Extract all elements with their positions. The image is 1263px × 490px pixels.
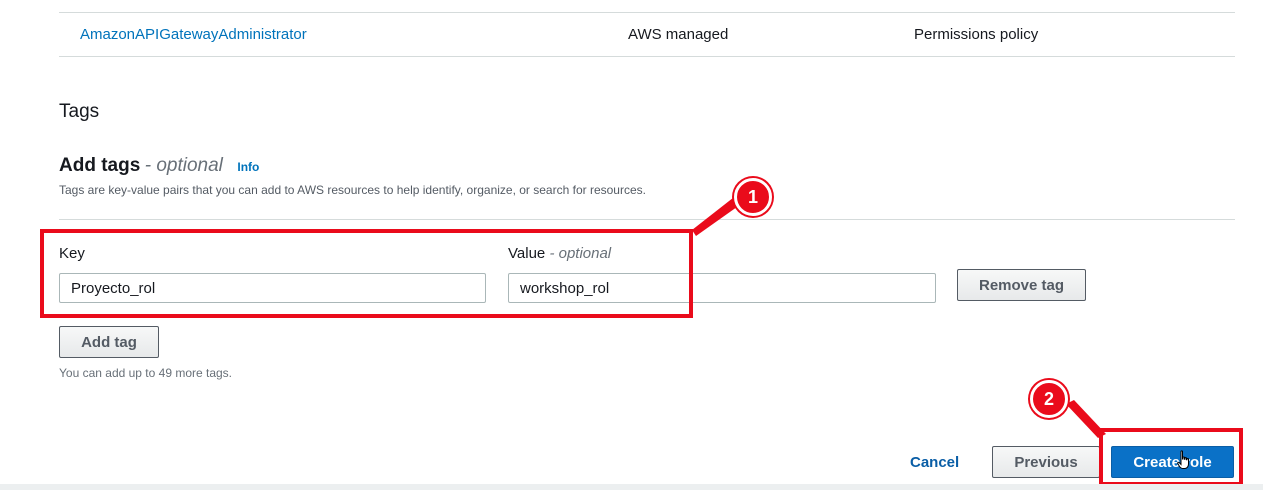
table-top-divider [59,12,1235,13]
annotation-badge-2-label: 2 [1043,388,1054,409]
add-tags-title: Add tags [59,155,141,176]
annotation-badge-1-label: 1 [747,186,758,207]
info-link[interactable]: Info [237,160,259,174]
previous-button[interactable]: Previous [992,446,1100,478]
annotation-box-1 [40,229,693,318]
add-tags-description: Tags are key-value pairs that you can ad… [59,183,646,197]
add-tag-button[interactable]: Add tag [59,326,159,358]
add-tags-optional: - optional [144,155,223,176]
tags-remaining-hint: You can add up to 49 more tags. [59,366,233,380]
cancel-button[interactable]: Cancel [910,454,959,471]
tags-divider [59,219,1235,220]
remove-tag-label: Remove tag [978,276,1065,294]
annotation-badge-1: 1 [734,178,772,216]
table-bottom-divider [59,56,1235,57]
previous-label: Previous [1014,453,1078,471]
annotation-box-2 [1099,428,1243,486]
add-tags-header: Add tags - optional Info [59,155,259,177]
tags-heading: Tags [59,101,100,122]
annotation-badge-2: 2 [1030,380,1068,418]
policy-type-cell: AWS managed [628,26,729,43]
remove-tag-button[interactable]: Remove tag [957,269,1086,301]
annotation-connector-2 [1066,400,1106,438]
policy-used-as-cell: Permissions policy [914,26,1039,43]
add-tag-label: Add tag [81,333,137,351]
page-bottom-bar [0,484,1263,490]
policy-name-link[interactable]: AmazonAPIGatewayAdministrator [80,26,307,43]
